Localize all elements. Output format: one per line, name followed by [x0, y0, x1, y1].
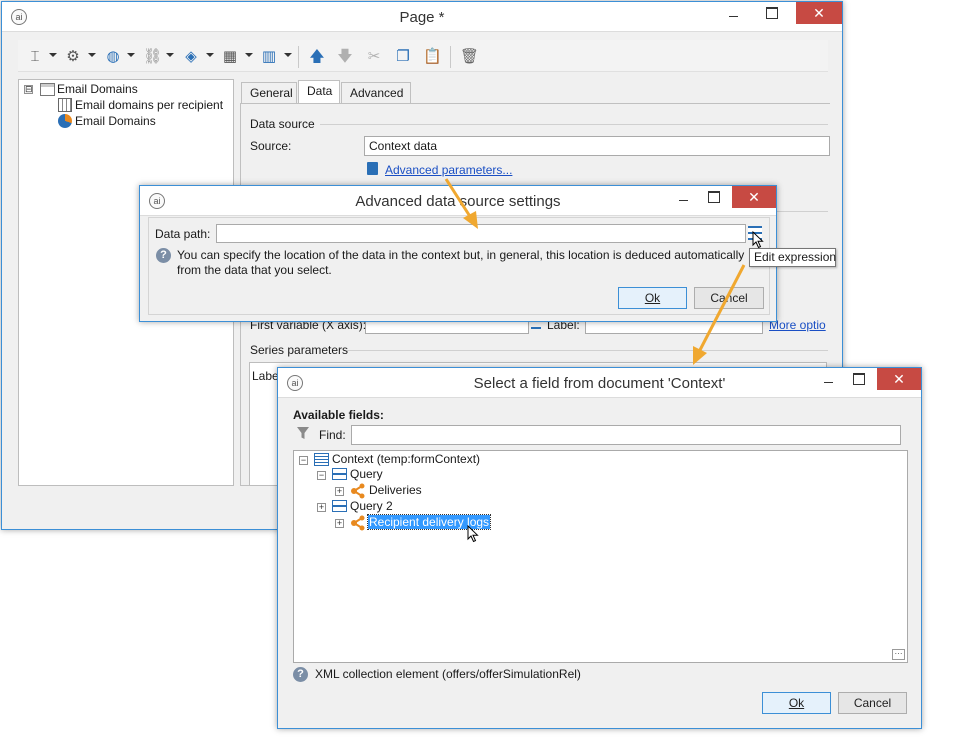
ok-button-label: Ok [788, 696, 805, 710]
section-divider [347, 350, 828, 351]
maximize-button[interactable] [756, 2, 786, 24]
help-icon: ? [156, 248, 171, 263]
ok-button[interactable]: Ok [618, 287, 687, 309]
tree-collapse-toggle[interactable]: − [299, 456, 308, 465]
query-icon [332, 468, 347, 480]
delete-icon[interactable]: 🗑 [460, 48, 479, 66]
link-icon[interactable]: ⛓ [143, 48, 162, 66]
ok-button[interactable]: Ok [762, 692, 831, 714]
fields-tree[interactable]: − Context (temp:formContext) − Query + D… [293, 450, 908, 663]
chevron-down-icon[interactable] [206, 53, 214, 57]
available-fields-label: Available fields: [293, 408, 384, 422]
container-icon[interactable]: ◈ [182, 48, 200, 66]
data-path-label: Data path: [155, 227, 211, 241]
minimize-button[interactable] [813, 368, 843, 390]
minimize-button[interactable] [668, 186, 698, 208]
close-button[interactable]: ✕ [732, 186, 776, 208]
toolbar-separator [450, 46, 451, 68]
tab-advanced[interactable]: Advanced [341, 82, 411, 104]
xml-collection-hint: XML collection element (offers/offerSimu… [315, 667, 581, 681]
globe-icon[interactable]: ◍ [104, 48, 122, 66]
ok-button-label: Ok [644, 291, 661, 305]
help-text-line-1: You can specify the location of the data… [177, 248, 745, 262]
tree-item-email-domains-per-recipient[interactable]: Email domains per recipient [75, 98, 223, 112]
cancel-button[interactable]: Cancel [694, 287, 764, 309]
form-component-icon[interactable]: ⚙ [64, 48, 82, 66]
tree-collapse-toggle[interactable]: ⊟ [24, 85, 33, 94]
link-node-icon [351, 515, 365, 531]
help-text-line-2: from the data that you select. [177, 263, 332, 277]
maximize-button[interactable] [698, 186, 728, 208]
tree-item-query[interactable]: Query [350, 467, 383, 481]
tree-collapse-toggle[interactable]: − [317, 471, 326, 480]
data-path-field[interactable] [216, 224, 746, 243]
cancel-button[interactable]: Cancel [838, 692, 907, 714]
advanced-settings-dialog: ai Advanced data source settings ✕ Data … [139, 185, 777, 322]
link-node-icon [351, 483, 365, 499]
columns-icon[interactable]: ▥ [260, 48, 278, 66]
pie-chart-icon [58, 114, 72, 128]
tree-expand-toggle[interactable]: + [317, 503, 326, 512]
toolbar-separator [298, 46, 299, 68]
close-button[interactable]: ✕ [877, 368, 921, 390]
more-options-link[interactable]: More optio [769, 318, 826, 332]
chevron-down-icon[interactable] [284, 53, 292, 57]
field-dialog-titlebar[interactable]: ai Select a field from document 'Context… [278, 368, 921, 398]
close-button[interactable]: ✕ [796, 2, 842, 24]
insert-icon[interactable]: ⌶ [26, 48, 44, 66]
find-label: Find: [319, 428, 346, 442]
chevron-down-icon[interactable] [166, 53, 174, 57]
tree-item-deliveries[interactable]: Deliveries [369, 483, 422, 497]
grid-icon[interactable]: ▦ [221, 48, 239, 66]
select-field-dialog: ai Select a field from document 'Context… [277, 367, 922, 729]
tree-item-email-domains-chart[interactable]: Email Domains [75, 114, 156, 128]
advanced-parameters-link[interactable]: Advanced parameters... [385, 163, 512, 177]
move-down-icon[interactable]: 🡇 [336, 48, 354, 66]
help-icon: ? [293, 667, 308, 682]
paste-icon[interactable]: 📋 [423, 48, 442, 66]
tree-item-context[interactable]: Context (temp:formContext) [332, 452, 480, 466]
chevron-down-icon[interactable] [245, 53, 253, 57]
advanced-dialog-titlebar[interactable]: ai Advanced data source settings ✕ [140, 186, 776, 216]
section-divider [320, 124, 828, 125]
minimize-button[interactable] [718, 2, 748, 24]
chevron-down-icon[interactable] [88, 53, 96, 57]
source-field[interactable]: Context data [364, 136, 830, 156]
tree-expand-toggle[interactable]: + [335, 519, 344, 528]
find-field[interactable] [351, 425, 901, 445]
source-label: Source: [250, 139, 292, 153]
tab-data[interactable]: Data [298, 80, 340, 105]
maximize-button[interactable] [843, 368, 873, 390]
cut-icon[interactable]: ✂ [365, 48, 383, 66]
chevron-down-icon[interactable] [49, 53, 57, 57]
edit-expression-tooltip: Edit expression [749, 248, 836, 267]
series-parameters-title: Series parameters [250, 343, 349, 357]
data-source-section-title: Data source [250, 117, 315, 131]
tab-general[interactable]: General [241, 82, 297, 104]
chevron-down-icon[interactable] [127, 53, 135, 57]
copy-icon[interactable]: ❐ [394, 48, 412, 66]
parameters-icon [367, 162, 378, 175]
page-icon [40, 83, 55, 96]
filter-icon [297, 427, 309, 439]
page-window-titlebar[interactable]: ai Page * ✕ [2, 2, 842, 32]
context-icon [314, 453, 329, 466]
tree-expand-toggle[interactable]: + [335, 487, 344, 496]
tree-item-email-domains[interactable]: Email Domains [57, 82, 138, 96]
mouse-cursor-icon [752, 231, 764, 249]
move-up-icon[interactable]: 🡅 [308, 48, 326, 66]
page-window-title: Page * [399, 9, 445, 26]
tree-item-query-2[interactable]: Query 2 [350, 499, 393, 513]
table-icon [58, 98, 72, 112]
mouse-cursor-icon [467, 525, 479, 543]
query-icon [332, 500, 347, 512]
tree-options-button[interactable]: ··· [892, 649, 905, 660]
